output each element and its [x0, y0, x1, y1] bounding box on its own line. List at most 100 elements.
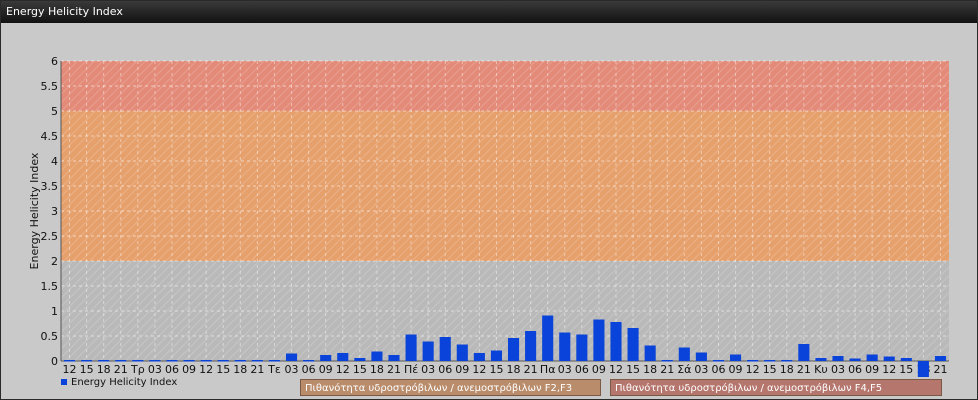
x-tick-label: 03 — [694, 363, 708, 376]
x-tick-label: 03 — [421, 363, 435, 376]
bar — [934, 356, 947, 361]
x-tick-label: 15 — [763, 363, 777, 376]
zone-label-f2-f3: Πιθανότητα υδροστρόβιλων / ανεμοστρόβιλω… — [300, 379, 601, 396]
bar — [285, 353, 298, 361]
x-tick-label: 21 — [660, 363, 674, 376]
x-tick-label: 09 — [455, 363, 469, 376]
zone-label-f4-f5: Πιθανότητα υδροστρόβιλων / ανεμοστρόβιλω… — [610, 379, 942, 396]
legend-swatch — [61, 379, 67, 385]
x-tick-label: 09 — [592, 363, 606, 376]
y-tick-label: 5.5 — [41, 80, 59, 93]
bar — [439, 337, 451, 361]
x-tick-label: 12 — [882, 363, 896, 376]
bar — [627, 328, 639, 361]
x-tick-label: Τε — [267, 363, 281, 376]
x-tick-label: 12 — [609, 363, 623, 376]
x-tick-label: 06 — [575, 363, 589, 376]
y-tick-label: 4.5 — [41, 130, 59, 143]
bar — [98, 360, 110, 362]
x-tick-label: Τρ — [130, 363, 145, 376]
y-tick-label: 5 — [51, 105, 58, 118]
y-tick-label: 2.5 — [41, 230, 59, 243]
x-tick-label: 03 — [558, 363, 572, 376]
x-tick-label: Πέ — [404, 363, 418, 376]
bar — [917, 361, 929, 377]
x-tick-label: 15 — [80, 363, 94, 376]
x-tick-label: 15 — [216, 363, 230, 376]
y-tick-label: 1.5 — [41, 280, 59, 293]
y-tick-label: 1 — [51, 305, 58, 318]
x-tick-label: 18 — [507, 363, 521, 376]
bar — [183, 360, 195, 362]
x-tick-label: 06 — [848, 363, 862, 376]
x-tick-label: 18 — [643, 363, 657, 376]
bar — [661, 360, 673, 362]
x-tick-label: 06 — [711, 363, 725, 376]
x-tick-label: 12 — [336, 363, 350, 376]
bar — [354, 358, 366, 361]
bar — [303, 360, 315, 362]
x-tick-label: 21 — [114, 363, 128, 376]
y-tick-label: 0 — [51, 355, 58, 368]
x-tick-label: 15 — [626, 363, 640, 376]
bar — [781, 360, 793, 362]
x-tick-label: 21 — [524, 363, 538, 376]
x-tick-label: Κυ — [814, 363, 828, 376]
x-tick-label: 03 — [831, 363, 845, 376]
x-tick-label: 15 — [489, 363, 503, 376]
x-tick-label: 15 — [353, 363, 367, 376]
bar — [525, 331, 537, 361]
bar — [559, 332, 571, 361]
bar — [849, 358, 861, 361]
x-tick-label: 18 — [370, 363, 384, 376]
legend: Energy Helicity Index — [61, 377, 177, 388]
bar — [866, 354, 878, 361]
x-tick-label: 09 — [319, 363, 333, 376]
bar — [747, 360, 759, 362]
bar — [644, 345, 656, 361]
x-tick-label: 18 — [233, 363, 247, 376]
bar — [200, 360, 212, 362]
bar — [542, 315, 554, 361]
x-tick-label: 12 — [746, 363, 760, 376]
bar — [832, 356, 844, 361]
y-axis-label: Energy Helicity Index — [28, 152, 41, 269]
x-tick-label: 12 — [199, 363, 213, 376]
x-tick-label: 18 — [97, 363, 111, 376]
x-tick-label: 21 — [387, 363, 401, 376]
bar — [456, 344, 468, 361]
x-tick-label: 21 — [797, 363, 811, 376]
y-tick-label: 3.5 — [41, 180, 59, 193]
bar — [900, 358, 912, 361]
y-tick-label: 4 — [51, 155, 58, 168]
x-tick-label: 21 — [933, 363, 947, 376]
bar — [712, 360, 725, 362]
x-tick-label: 12 — [63, 363, 77, 376]
x-tick-label: 06 — [302, 363, 316, 376]
bar — [798, 344, 810, 361]
bar — [490, 350, 503, 361]
bar — [268, 360, 281, 362]
bar — [115, 360, 127, 362]
bar — [473, 353, 485, 361]
bar — [388, 355, 400, 361]
bar — [729, 354, 742, 361]
chart-svg: 00.511.522.533.544.555.5612 15 18 21 Τρ 03 06 0… — [28, 55, 949, 377]
bar — [166, 360, 178, 362]
x-tick-label: 09 — [865, 363, 879, 376]
bar — [610, 322, 622, 361]
bar — [815, 358, 827, 361]
bar — [251, 360, 263, 362]
x-tick-label: 15 — [899, 363, 913, 376]
y-tick-label: 3 — [51, 205, 58, 218]
bar — [405, 334, 417, 361]
bar — [764, 360, 776, 362]
y-tick-label: 2 — [51, 255, 58, 268]
chart-window: Energy Helicity Index 0 0.5 1 1.5 2 2.5 3 3.5 4 4… — [0, 0, 978, 400]
bar — [337, 353, 349, 361]
bar — [593, 319, 605, 361]
bar — [132, 360, 144, 362]
x-tick-label: Σά — [677, 363, 691, 376]
bar — [234, 360, 246, 362]
bar — [149, 360, 161, 362]
